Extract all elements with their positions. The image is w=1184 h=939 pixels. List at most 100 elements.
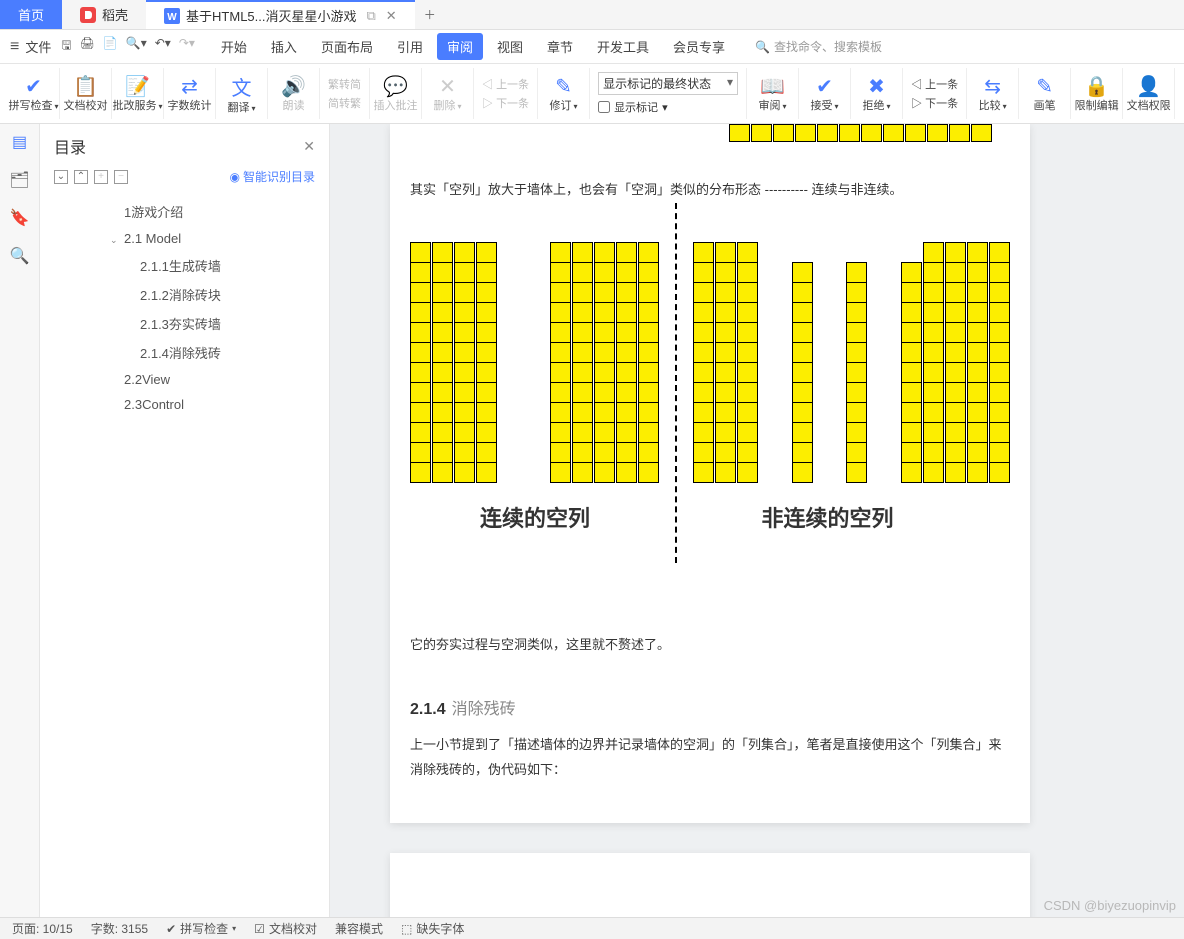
- showmark-checkbox[interactable]: [598, 101, 610, 113]
- toc-item-5[interactable]: 2.1.4消除残砖: [40, 338, 329, 367]
- svg-text:W: W: [167, 12, 177, 23]
- toc-tree: 1游戏介绍 ⌄2.1 Model 2.1.1生成砖墙 2.1.2消除砖块 2.1…: [40, 193, 329, 917]
- toc-title: 目录: [54, 134, 303, 158]
- menu-tabs: 开始 插入 页面布局 引用 审阅 视图 章节 开发工具 会员专享: [211, 33, 735, 60]
- tab-dup-icon[interactable]: ⧉: [367, 8, 376, 24]
- page: 其实「空列」放大于墙体上，也会有「空洞」类似的分布形态 ---------- 连…: [390, 124, 1030, 823]
- tab-daoke[interactable]: 稻壳: [62, 0, 146, 29]
- trackchanges-button[interactable]: ✎修订▾: [538, 68, 590, 119]
- toc-item-0[interactable]: 1游戏介绍: [40, 197, 329, 226]
- search-placeholder: 查找命令、搜索模板: [774, 38, 882, 55]
- trackchanges-icon: ✎: [555, 74, 572, 99]
- expand-all-icon[interactable]: ⌃: [74, 170, 88, 184]
- menu-tab-chapter[interactable]: 章节: [537, 33, 583, 60]
- wordcount-button[interactable]: ⇄字数统计: [164, 68, 216, 119]
- section-heading: 2.1.4消除残砖: [410, 695, 1010, 719]
- collapse-all-icon[interactable]: ⌄: [54, 170, 68, 184]
- file-menu[interactable]: 文件: [25, 37, 51, 56]
- status-page[interactable]: 页面: 10/15: [12, 920, 73, 937]
- wordcount-icon: ⇄: [181, 74, 198, 99]
- delete-icon: ✕: [439, 74, 456, 99]
- restrict-icon: 🔒: [1084, 74, 1109, 99]
- reject-button[interactable]: ✖拒绝▾: [851, 68, 903, 119]
- menu-tab-member[interactable]: 会员专享: [663, 33, 735, 60]
- t2s-button[interactable]: 简转繁: [328, 95, 361, 111]
- toc-item-3[interactable]: 2.1.2消除砖块: [40, 280, 329, 309]
- toc-item-4[interactable]: 2.1.3夯实砖墙: [40, 309, 329, 338]
- status-compat[interactable]: 兼容模式: [335, 920, 383, 937]
- add-icon[interactable]: +: [94, 170, 108, 184]
- menu-tab-devtools[interactable]: 开发工具: [587, 33, 659, 60]
- delete-button[interactable]: ✕删除▾: [422, 68, 474, 119]
- doccheck-icon: 📋: [73, 74, 98, 99]
- redo-icon[interactable]: ↷▾: [179, 36, 195, 57]
- nav-icon[interactable]: 🗂: [9, 170, 29, 190]
- document-area[interactable]: 其实「空列」放大于墙体上，也会有「空洞」类似的分布形态 ---------- 连…: [330, 124, 1184, 917]
- daoke-icon: [80, 7, 96, 23]
- status-font[interactable]: ⬚ 缺失字体: [401, 920, 464, 937]
- reject-icon: ✖: [868, 74, 885, 99]
- search-box[interactable]: 🔍 查找命令、搜索模板: [755, 38, 882, 55]
- menu-icon[interactable]: ≡: [10, 38, 19, 56]
- close-panel-icon[interactable]: ✕: [303, 138, 315, 155]
- doccheck-button[interactable]: 📋文档校对: [60, 68, 112, 119]
- toc-item-6[interactable]: 2.2View: [40, 367, 329, 392]
- tab-home[interactable]: 首页: [0, 0, 62, 29]
- docperm-icon: 👤: [1136, 74, 1161, 99]
- markup-select[interactable]: 显示标记的最终状态: [598, 72, 738, 95]
- tab-active-doc[interactable]: W 基于HTML5...消灭星星小游戏 ⧉ ✕: [146, 0, 415, 29]
- toc-icon[interactable]: ▤: [12, 132, 27, 152]
- insert-comment-button[interactable]: 💬插入批注: [370, 68, 422, 119]
- toc-item-2[interactable]: 2.1.1生成砖墙: [40, 251, 329, 280]
- undo-icon[interactable]: ↶▾: [155, 36, 171, 57]
- preview-icon[interactable]: 🔍▾: [126, 36, 147, 57]
- status-check[interactable]: ☑ 文档校对: [254, 920, 317, 937]
- showmark-label: 显示标记: [614, 99, 658, 115]
- next-comment-button[interactable]: ▷ 下一条: [482, 95, 529, 111]
- paint-button[interactable]: ✎画笔: [1019, 68, 1071, 119]
- status-words[interactable]: 字数: 3155: [91, 920, 148, 937]
- toc-item-7[interactable]: 2.3Control: [40, 392, 329, 417]
- review-button[interactable]: 📖审阅▾: [747, 68, 799, 119]
- chevron-down-icon[interactable]: ⌄: [110, 235, 122, 246]
- bookmark-icon[interactable]: 🔖: [10, 208, 30, 228]
- save-icon[interactable]: 🖫: [61, 36, 71, 57]
- menu-tab-review[interactable]: 审阅: [437, 33, 483, 60]
- print-icon[interactable]: 📄: [103, 36, 118, 57]
- search-icon: 🔍: [755, 40, 770, 54]
- ai-toc-button[interactable]: ◉智能识别目录: [230, 168, 316, 185]
- prev-change-button[interactable]: ◁ 上一条: [911, 76, 958, 92]
- menu-tab-start[interactable]: 开始: [211, 33, 257, 60]
- translate-icon: 文: [232, 72, 252, 101]
- spellcheck-button[interactable]: ✔拼写检查▾: [8, 68, 60, 119]
- close-icon[interactable]: ✕: [386, 8, 397, 24]
- toc-item-1[interactable]: ⌄2.1 Model: [40, 226, 329, 251]
- paragraph-1: 其实「空列」放大于墙体上，也会有「空洞」类似的分布形态 ---------- 连…: [410, 178, 1010, 203]
- approve-icon: 📝: [125, 74, 150, 99]
- translate-button[interactable]: 文翻译▾: [216, 68, 268, 119]
- menu-tab-layout[interactable]: 页面布局: [311, 33, 383, 60]
- approve-button[interactable]: 📝批改服务▾: [112, 68, 164, 119]
- new-tab-button[interactable]: ＋: [415, 0, 445, 29]
- s2t-button[interactable]: 繁转简: [328, 76, 361, 92]
- word-doc-icon: W: [164, 8, 180, 24]
- label-continuous: 连续的空列: [410, 501, 660, 533]
- find-icon[interactable]: 🔍: [10, 246, 30, 266]
- menu-tab-reference[interactable]: 引用: [387, 33, 433, 60]
- compare-button[interactable]: ⇆比较▾: [967, 68, 1019, 119]
- docperm-button[interactable]: 👤文档权限: [1123, 68, 1175, 119]
- read-button[interactable]: 🔊朗读: [268, 68, 320, 119]
- paint-icon: ✎: [1036, 74, 1053, 99]
- menu-tab-insert[interactable]: 插入: [261, 33, 307, 60]
- remove-icon[interactable]: −: [114, 170, 128, 184]
- restrict-button[interactable]: 🔒限制编辑: [1071, 68, 1123, 119]
- accept-button[interactable]: ✔接受▾: [799, 68, 851, 119]
- prev-comment-button[interactable]: ◁ 上一条: [482, 76, 529, 92]
- tab-home-label: 首页: [18, 5, 44, 24]
- status-spell[interactable]: ✔ 拼写检查▾: [166, 920, 236, 937]
- doc-button[interactable]: 📄文: [1175, 68, 1184, 119]
- print-preview-icon[interactable]: 🖨: [80, 36, 95, 57]
- next-change-button[interactable]: ▷ 下一条: [911, 95, 958, 111]
- menu-tab-view[interactable]: 视图: [487, 33, 533, 60]
- review-icon: 📖: [760, 74, 785, 99]
